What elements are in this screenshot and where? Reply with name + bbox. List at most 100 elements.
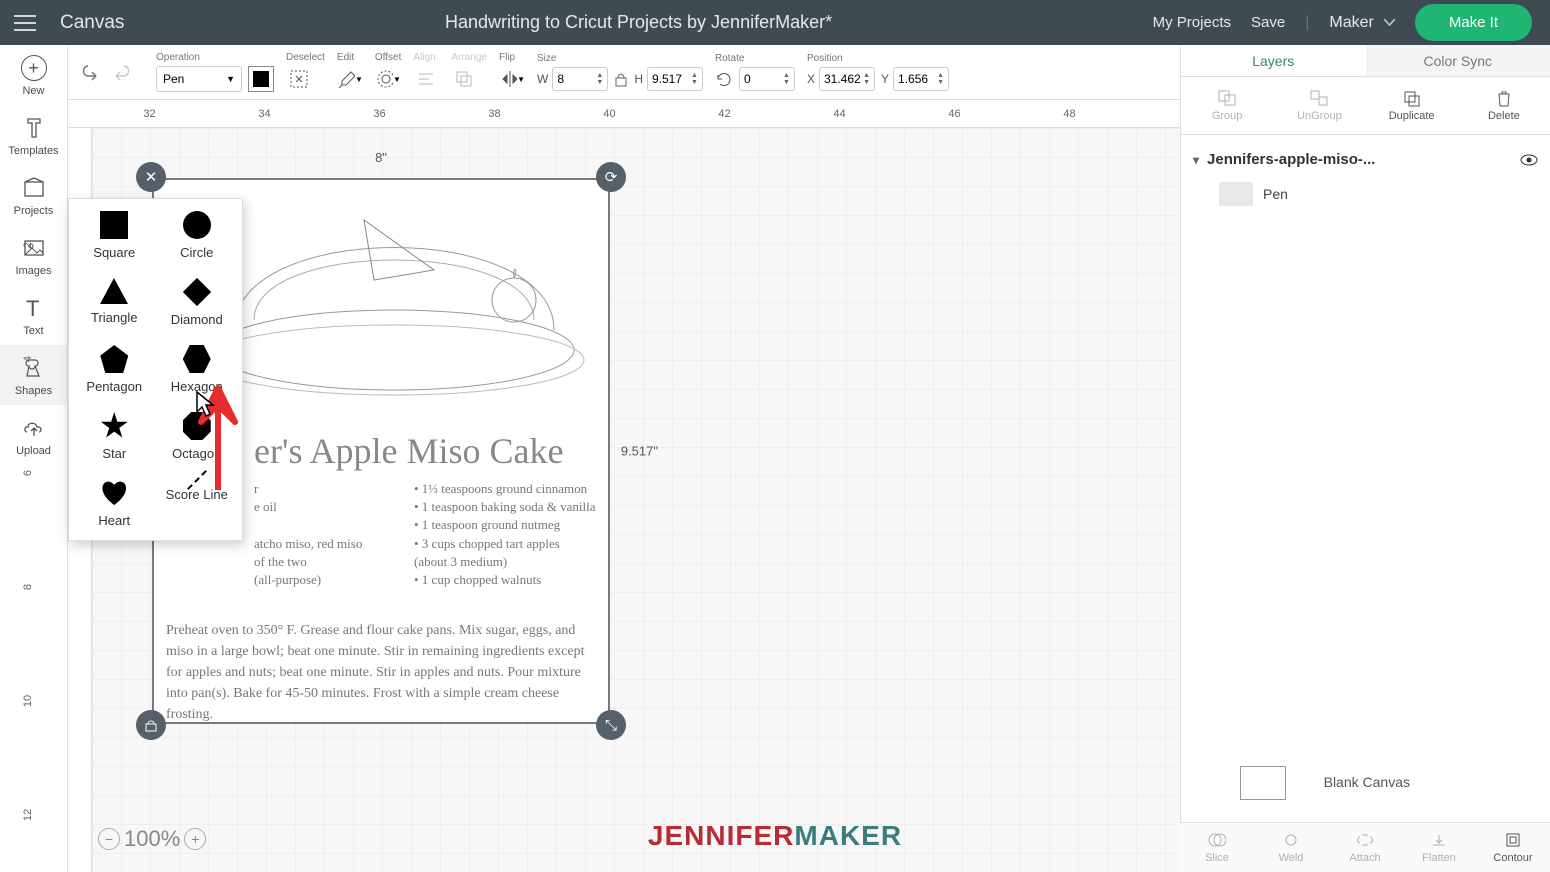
divider: | xyxy=(1305,14,1309,32)
rotate-input[interactable]: 0▲▼ xyxy=(739,67,795,91)
shape-diamond[interactable]: Diamond xyxy=(158,278,237,327)
x-input[interactable]: 31.462▲▼ xyxy=(819,67,875,91)
sidebar-item-upload[interactable]: Upload xyxy=(0,405,67,465)
y-input[interactable]: 1.656▲▼ xyxy=(893,67,949,91)
machine-select[interactable]: Maker xyxy=(1329,14,1394,32)
sidebar-item-shapes[interactable]: Shapes xyxy=(0,345,67,405)
shape-hexagon[interactable]: Hexagon xyxy=(158,345,237,394)
sidebar-label: Images xyxy=(15,265,51,277)
shape-heart[interactable]: Heart xyxy=(75,479,154,528)
canvas-grid: 8" 9.517" ✕ ⟳ ⤡ er's Apple Miso Cake r e… xyxy=(92,128,1180,872)
make-it-button[interactable]: Make It xyxy=(1415,4,1532,41)
width-input[interactable]: 8▲▼ xyxy=(552,67,608,91)
shape-star[interactable]: Star xyxy=(75,412,154,461)
shape-octagon[interactable]: Octagon xyxy=(158,412,237,461)
sidebar-item-templates[interactable]: Templates xyxy=(0,105,67,165)
project-title: Handwriting to Cricut Projects by Jennif… xyxy=(124,12,1152,33)
layer-name: Pen xyxy=(1263,186,1288,202)
ingredients-left: r e oil atcho miso, red miso of the two … xyxy=(254,480,404,589)
offset-button[interactable]: ▼ xyxy=(375,66,401,92)
zoom-in-button[interactable]: + xyxy=(184,828,206,850)
tab-color-sync[interactable]: Color Sync xyxy=(1366,45,1550,76)
layer-tree: ▾ Jennifers-apple-miso-... Pen xyxy=(1181,135,1550,872)
projects-icon xyxy=(21,175,47,201)
machine-label: Maker xyxy=(1329,14,1373,32)
blank-canvas-label: Blank Canvas xyxy=(1324,774,1410,790)
rotate-icon xyxy=(715,70,733,88)
delete-button[interactable]: Delete xyxy=(1458,77,1550,134)
operation-select[interactable]: Pen▼ xyxy=(156,66,242,92)
edit-toolbar: Operation Pen▼ Deselect Edit ▼ Offset ▼ … xyxy=(68,45,1180,100)
watermark: JENNIFERMAKER xyxy=(648,820,902,852)
sidebar-label: Text xyxy=(23,325,43,337)
size-label: Size xyxy=(537,53,703,64)
canvas-color-swatch[interactable] xyxy=(1240,766,1286,800)
contour-button[interactable]: Contour xyxy=(1476,823,1550,872)
recipe-title: er's Apple Miso Cake xyxy=(254,430,563,472)
svg-text:T: T xyxy=(26,296,39,320)
redo-button[interactable] xyxy=(110,62,132,82)
tab-layers[interactable]: Layers xyxy=(1181,45,1366,76)
lock-icon[interactable] xyxy=(614,71,628,87)
height-input[interactable]: 9.517▲▼ xyxy=(647,67,703,91)
menu-button[interactable] xyxy=(0,15,50,31)
weld-button: Weld xyxy=(1254,823,1328,872)
sidebar-label: Projects xyxy=(14,205,54,217)
ruler-horizontal: 323436384042444648 xyxy=(68,100,1180,128)
position-label: Position xyxy=(807,53,949,64)
height-readout: 9.517" xyxy=(621,444,658,459)
text-icon: T xyxy=(21,295,47,321)
sidebar-item-images[interactable]: Images xyxy=(0,225,67,285)
templates-icon xyxy=(21,115,47,141)
slice-button: Slice xyxy=(1180,823,1254,872)
app-header: Canvas Handwriting to Cricut Projects by… xyxy=(0,0,1550,45)
shape-circle[interactable]: Circle xyxy=(158,211,237,260)
canvas-area[interactable]: 323436384042444648 24681012 8" 9.517" ✕ … xyxy=(68,100,1180,872)
layer-item[interactable]: Pen xyxy=(1189,174,1542,214)
save-button[interactable]: Save xyxy=(1251,14,1285,31)
chevron-down-icon: ▾ xyxy=(1193,153,1199,167)
sidebar-item-text[interactable]: T Text xyxy=(0,285,67,345)
operation-label: Operation xyxy=(156,52,274,63)
align-button xyxy=(413,66,439,92)
group-name: Jennifers-apple-miso-... xyxy=(1207,151,1375,168)
shape-square[interactable]: Square xyxy=(75,211,154,260)
zoom-value: 100% xyxy=(124,826,180,852)
visibility-icon[interactable] xyxy=(1520,153,1538,167)
deselect-button[interactable] xyxy=(286,66,312,92)
combine-toolbar: Slice Weld Attach Flatten Contour xyxy=(1180,822,1550,872)
left-sidebar: + New Templates Projects Images T Text S… xyxy=(0,45,68,872)
hamburger-icon xyxy=(14,15,36,31)
shape-triangle[interactable]: Triangle xyxy=(75,278,154,327)
zoom-out-button[interactable]: − xyxy=(98,828,120,850)
sidebar-label: Upload xyxy=(16,445,51,457)
layer-group[interactable]: ▾ Jennifers-apple-miso-... xyxy=(1189,145,1542,174)
edit-label: Edit xyxy=(337,52,363,63)
color-swatch[interactable] xyxy=(248,66,274,92)
align-label: Align xyxy=(413,52,439,63)
offset-label: Offset xyxy=(375,52,402,63)
shape-score-line[interactable]: Score Line xyxy=(158,479,237,528)
arrange-label: Arrange xyxy=(451,52,487,63)
group-button: Group xyxy=(1181,77,1273,134)
my-projects-link[interactable]: My Projects xyxy=(1153,14,1231,31)
sidebar-label: Shapes xyxy=(15,385,52,397)
edit-button[interactable]: ▼ xyxy=(337,66,363,92)
flip-button[interactable]: ▼ xyxy=(499,66,525,92)
arrange-button xyxy=(451,66,477,92)
zoom-control[interactable]: − 100% + xyxy=(98,826,206,852)
shape-pentagon[interactable]: Pentagon xyxy=(75,345,154,394)
sidebar-item-projects[interactable]: Projects xyxy=(0,165,67,225)
header-actions: My Projects Save | Maker Make It xyxy=(1153,4,1550,41)
plus-icon: + xyxy=(21,55,47,81)
operation-group: Operation Pen▼ xyxy=(156,52,274,92)
upload-icon xyxy=(21,415,47,441)
shapes-popup: Square Circle Triangle Diamond Pentagon … xyxy=(68,198,243,541)
sidebar-label: Templates xyxy=(8,145,58,157)
sidebar-item-new[interactable]: + New xyxy=(0,45,67,105)
flatten-button: Flatten xyxy=(1402,823,1476,872)
ungroup-button: UnGroup xyxy=(1273,77,1365,134)
undo-button[interactable] xyxy=(80,62,102,82)
duplicate-button[interactable]: Duplicate xyxy=(1366,77,1458,134)
deselect-label: Deselect xyxy=(286,52,325,63)
